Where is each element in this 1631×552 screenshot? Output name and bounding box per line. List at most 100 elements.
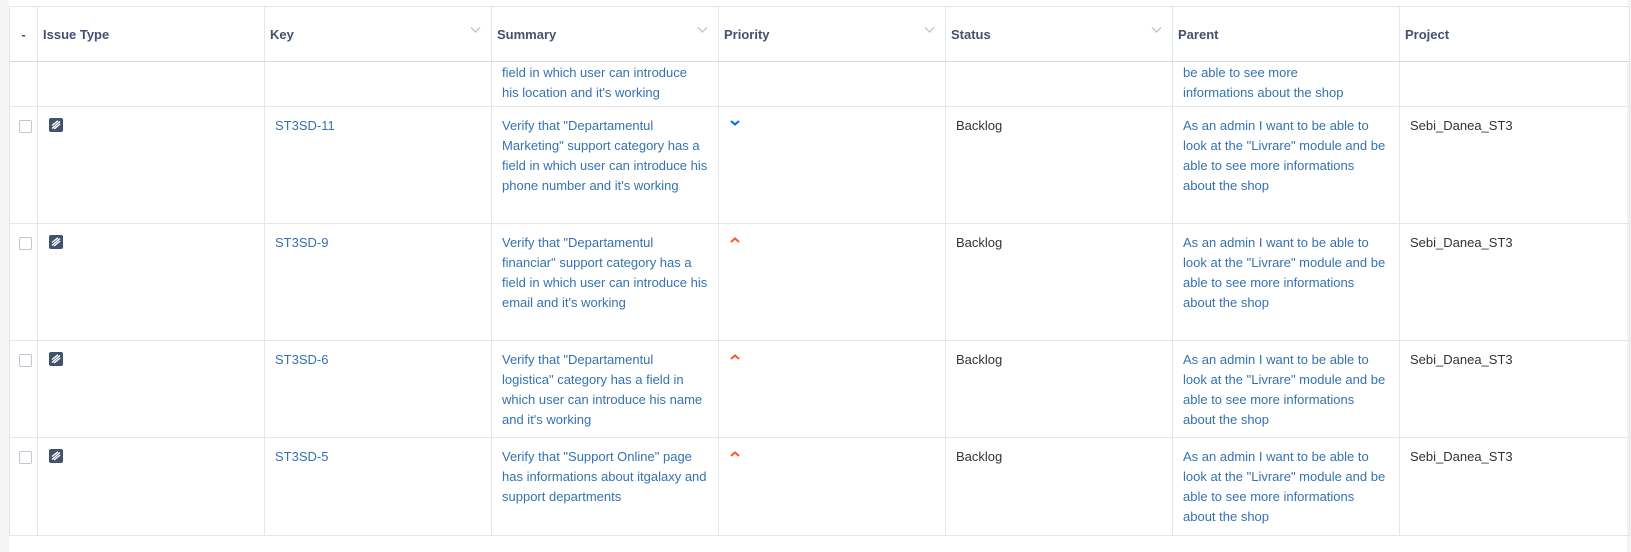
chevron-down-icon[interactable] xyxy=(470,26,481,35)
task-icon xyxy=(49,352,63,366)
project-text: Sebi_Danea_ST3 xyxy=(1410,235,1513,250)
row-checkbox[interactable] xyxy=(19,237,32,250)
issue-key-link[interactable]: ST3SD-5 xyxy=(275,449,328,464)
summary-cell: field in which user can introduce his lo… xyxy=(491,61,719,107)
chevron-down-icon[interactable] xyxy=(697,26,708,35)
status-text: Backlog xyxy=(956,352,1003,367)
parent-link[interactable]: As an admin I want to be able to look at… xyxy=(1183,449,1385,524)
project-text: Sebi_Danea_ST3 xyxy=(1410,352,1513,367)
project-cell: Sebi_Danea_ST3 xyxy=(1399,437,1630,536)
column-header-project[interactable]: Project xyxy=(1399,6,1630,62)
column-label: Key xyxy=(270,26,294,42)
row-checkbox[interactable] xyxy=(19,120,32,133)
parent-link[interactable]: As an admin I want to be able to look at… xyxy=(1183,352,1385,427)
task-icon xyxy=(49,118,63,132)
issue-key-link[interactable]: ST3SD-11 xyxy=(275,118,335,133)
table-row[interactable]: ST3SD-5 Verify that "Support Online" pag… xyxy=(9,437,1630,536)
select-column-label: - xyxy=(21,26,26,42)
project-cell: Sebi_Danea_ST3 xyxy=(1399,340,1630,438)
key-cell xyxy=(264,61,492,107)
task-icon xyxy=(49,235,63,249)
issue-type-cell xyxy=(37,223,265,341)
column-header-priority[interactable]: Priority xyxy=(718,6,946,62)
summary-cell: Verify that "Departamentul financiar" su… xyxy=(491,223,719,341)
issue-type-cell xyxy=(37,437,265,536)
project-cell: Sebi_Danea_ST3 xyxy=(1399,223,1630,341)
status-cell: Backlog xyxy=(945,223,1173,341)
project-cell: Sebi_Danea_ST3 xyxy=(1399,106,1630,224)
status-cell: Backlog xyxy=(945,437,1173,536)
project-text: Sebi_Danea_ST3 xyxy=(1410,118,1513,133)
summary-link[interactable]: Verify that "Departamentul logistica" ca… xyxy=(502,352,702,427)
key-cell: ST3SD-6 xyxy=(264,340,492,438)
issues-table: - Issue Type Key Summary Priority Status… xyxy=(9,6,1630,536)
priority-cell xyxy=(718,340,946,438)
left-gutter xyxy=(0,0,9,552)
status-cell: Backlog xyxy=(945,340,1173,438)
chevron-down-icon[interactable] xyxy=(924,26,935,35)
status-cell xyxy=(945,61,1173,107)
project-text: Sebi_Danea_ST3 xyxy=(1410,449,1513,464)
row-checkbox[interactable] xyxy=(19,354,32,367)
column-header-parent[interactable]: Parent xyxy=(1172,6,1400,62)
row-checkbox[interactable] xyxy=(19,451,32,464)
table-row[interactable]: ST3SD-6 Verify that "Departamentul logis… xyxy=(9,340,1630,438)
chevron-down-icon[interactable] xyxy=(1151,26,1162,35)
summary-cell: Verify that "Departamentul Marketing" su… xyxy=(491,106,719,224)
priority-cell xyxy=(718,437,946,536)
issue-key-link[interactable]: ST3SD-9 xyxy=(275,235,328,250)
table-row[interactable]: ST3SD-9 Verify that "Departamentul finan… xyxy=(9,223,1630,341)
column-label: Status xyxy=(951,26,991,42)
issue-key-link[interactable]: ST3SD-6 xyxy=(275,352,328,367)
priority-cell xyxy=(718,223,946,341)
select-column-header[interactable]: - xyxy=(9,6,38,62)
status-text: Backlog xyxy=(956,118,1003,133)
parent-link-line[interactable]: be able to see more xyxy=(1183,63,1343,83)
parent-link[interactable]: As an admin I want to be able to look at… xyxy=(1183,235,1385,310)
status-text: Backlog xyxy=(956,235,1003,250)
priority-high-icon xyxy=(730,354,740,360)
issue-type-cell xyxy=(37,106,265,224)
parent-link-line[interactable]: informations about the shop xyxy=(1183,83,1343,103)
select-cell xyxy=(9,106,38,224)
table-row[interactable]: ST3SD-11 Verify that "Departamentul Mark… xyxy=(9,106,1630,224)
select-cell xyxy=(9,61,38,107)
key-cell: ST3SD-11 xyxy=(264,106,492,224)
project-cell xyxy=(1399,61,1630,107)
issue-type-cell xyxy=(37,61,265,107)
parent-cell: As an admin I want to be able to look at… xyxy=(1172,340,1400,438)
summary-link[interactable]: Verify that "Support Online" page has in… xyxy=(502,449,707,504)
column-label: Priority xyxy=(724,26,770,42)
status-text: Backlog xyxy=(956,449,1003,464)
summary-link[interactable]: Verify that "Departamentul financiar" su… xyxy=(502,235,707,310)
column-label: Parent xyxy=(1178,26,1219,42)
task-icon xyxy=(49,449,63,463)
summary-link-line[interactable]: field in which user can introduce xyxy=(502,63,687,83)
priority-high-icon xyxy=(730,237,740,243)
column-label: Summary xyxy=(497,26,557,42)
column-label: Project xyxy=(1405,26,1450,42)
table-header-row: - Issue Type Key Summary Priority Status… xyxy=(9,6,1630,62)
select-cell xyxy=(9,340,38,438)
parent-cell: be able to see more informations about t… xyxy=(1172,61,1400,107)
summary-link[interactable]: Verify that "Departamentul Marketing" su… xyxy=(502,118,707,193)
key-cell: ST3SD-5 xyxy=(264,437,492,536)
summary-cell: Verify that "Support Online" page has in… xyxy=(491,437,719,536)
status-cell: Backlog xyxy=(945,106,1173,224)
column-label: Issue Type xyxy=(43,26,110,42)
priority-high-icon xyxy=(730,451,740,457)
column-header-key[interactable]: Key xyxy=(264,6,492,62)
parent-link[interactable]: As an admin I want to be able to look at… xyxy=(1183,118,1385,193)
column-header-issue-type[interactable]: Issue Type xyxy=(37,6,265,62)
parent-cell: As an admin I want to be able to look at… xyxy=(1172,223,1400,341)
key-cell: ST3SD-9 xyxy=(264,223,492,341)
parent-cell: As an admin I want to be able to look at… xyxy=(1172,437,1400,536)
priority-low-icon xyxy=(730,120,740,126)
column-header-status[interactable]: Status xyxy=(945,6,1173,62)
summary-link-line[interactable]: his location and it's working xyxy=(502,83,687,103)
priority-cell xyxy=(718,61,946,107)
priority-cell xyxy=(718,106,946,224)
table-row-partial[interactable]: field in which user can introduce his lo… xyxy=(9,61,1630,107)
summary-cell: Verify that "Departamentul logistica" ca… xyxy=(491,340,719,438)
column-header-summary[interactable]: Summary xyxy=(491,6,719,62)
